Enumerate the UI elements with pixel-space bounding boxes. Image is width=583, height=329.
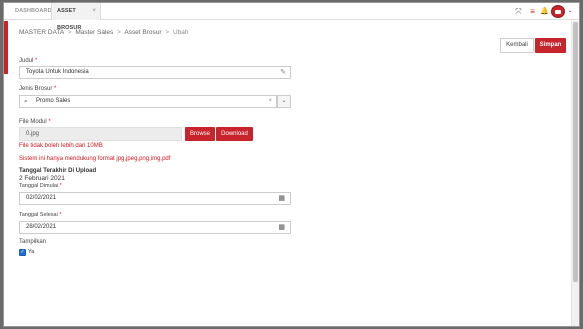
breadcrumb-item-master-data[interactable]: MASTER DATA <box>19 29 64 36</box>
required-marker: * <box>59 212 62 218</box>
chevron-down-icon[interactable]: ⌄ <box>566 7 574 16</box>
tab-bar: DASHBOARD ASSET BROSUR × ⤧ ≡ 🔔 ⌄ <box>4 3 579 31</box>
pencil-icon: ✎ <box>280 69 286 76</box>
breadcrumb-separator: > <box>165 29 170 36</box>
breadcrumb-item-current: Ubah <box>172 29 189 36</box>
save-button[interactable]: Simpan <box>535 38 566 53</box>
file-size-error: File tidak boleh lebih dari 10MB <box>19 143 103 149</box>
calendar-icon[interactable]: ▦ <box>278 193 285 204</box>
tab-asset-brosur-label: ASSET BROSUR <box>57 8 82 31</box>
back-button[interactable]: Kembali <box>500 38 534 53</box>
notification-bell-icon[interactable]: 🔔 <box>540 7 549 16</box>
breadcrumb-separator: > <box>117 29 121 36</box>
file-modul-label: File Modul * <box>19 119 51 125</box>
tampilkan-checkbox[interactable]: ✓ <box>19 249 26 256</box>
tampilkan-option-label[interactable]: Ya <box>28 249 34 255</box>
end-date-value: 28/02/2021 <box>26 224 57 230</box>
file-modul-label-text: File Modul <box>19 119 47 125</box>
jenis-brosur-select[interactable]: ⌕ Promo Sales × <box>19 95 277 108</box>
dropdown-chevron-icon[interactable]: ⌄ <box>277 95 291 108</box>
sidebar-accent <box>4 21 8 74</box>
judul-label-text: Judul <box>19 58 34 64</box>
last-upload-value: 2 Februari 2021 <box>19 175 65 182</box>
required-marker: * <box>35 58 38 64</box>
file-format-error: Sistem ini hanya mendukung format jpg,jp… <box>19 156 171 162</box>
user-avatar[interactable] <box>551 5 565 18</box>
calendar-icon[interactable]: ▦ <box>278 222 285 233</box>
browse-button[interactable]: Browse <box>185 127 215 141</box>
breadcrumb-item-master-sales[interactable]: Master Sales <box>75 29 113 36</box>
search-icon: ⌕ <box>24 98 28 105</box>
breadcrumb-item-asset-brosur[interactable]: Asset Brosur <box>124 29 161 36</box>
start-date-label-text: Tanggal Dimulai <box>19 183 59 189</box>
end-date-input[interactable]: 28/02/2021 ▦ <box>19 221 291 234</box>
close-tab-icon[interactable]: × <box>92 3 96 20</box>
scrollbar-thumb[interactable] <box>573 22 578 282</box>
start-date-input[interactable]: 02/02/2021 ▦ <box>19 192 291 205</box>
start-date-value: 02/02/2021 <box>26 195 57 201</box>
breadcrumb-separator: > <box>67 29 72 36</box>
download-button[interactable]: Download <box>216 127 253 141</box>
judul-value: Toyota Untuk Indonesia <box>26 69 89 75</box>
required-marker: * <box>59 183 62 189</box>
tab-dashboard[interactable]: DASHBOARD <box>10 3 52 20</box>
judul-input[interactable]: Toyota Untuk Indonesia ✎ <box>19 66 291 79</box>
breadcrumb: MASTER DATA > Master Sales > Asset Brosu… <box>19 29 189 36</box>
tampilkan-label: Tampilkan <box>19 239 47 245</box>
jenis-brosur-label-text: Jenis Brosur <box>19 86 53 92</box>
required-marker: * <box>54 86 57 92</box>
required-marker: * <box>48 119 51 125</box>
fullscreen-icon[interactable]: ⤧ <box>514 7 523 16</box>
menu-icon[interactable]: ≡ <box>528 7 537 16</box>
app-window: DASHBOARD ASSET BROSUR × ⤧ ≡ 🔔 ⌄ MASTER … <box>3 2 580 327</box>
scrollbar[interactable] <box>571 21 579 326</box>
file-modul-input[interactable]: 0.jpg <box>19 127 182 141</box>
end-date-label: Tanggal Selesai * <box>19 212 62 218</box>
jenis-brosur-value: Promo Sales <box>36 98 71 104</box>
clear-icon[interactable]: × <box>268 96 272 107</box>
tab-asset-brosur[interactable]: ASSET BROSUR × <box>51 3 101 31</box>
jenis-brosur-label: Jenis Brosur * <box>19 86 56 92</box>
end-date-label-text: Tanggal Selesai <box>19 212 58 218</box>
judul-label: Judul * <box>19 58 37 64</box>
last-upload-title: Tanggal Terakhir Di Upload <box>19 168 97 174</box>
start-date-label: Tanggal Dimulai * <box>19 183 62 189</box>
